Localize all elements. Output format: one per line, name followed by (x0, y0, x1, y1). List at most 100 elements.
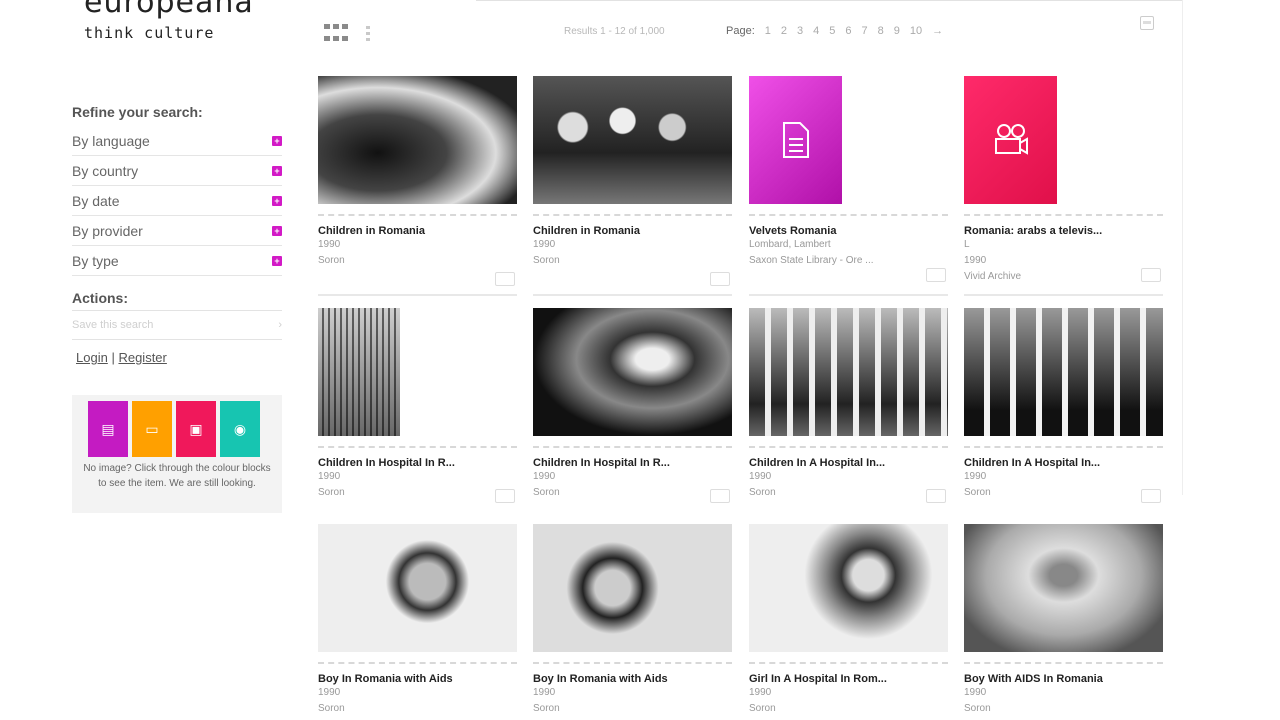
page-link[interactable]: 5 (829, 25, 835, 37)
result-provider: Soron (318, 487, 345, 498)
facet-date[interactable]: By date + (72, 186, 282, 216)
content-divider (1182, 0, 1183, 495)
page-link[interactable]: 4 (813, 25, 819, 37)
result-year: 1990 (749, 687, 772, 698)
results-count: Results 1 - 12 of 1,000 (564, 26, 665, 37)
page-link[interactable]: 7 (862, 25, 868, 37)
result-provider: Saxon State Library - Ore ... (749, 255, 874, 266)
expand-plus-icon[interactable]: + (272, 195, 282, 206)
result-title[interactable]: Boy In Romania with Aids (533, 673, 732, 685)
legend-note: No image? Click through the colour block… (83, 463, 271, 489)
text-placeholder-tile (749, 76, 842, 204)
result-card[interactable]: Children In Hospital In R... 1990 Soron (533, 308, 732, 503)
sound-type-tile[interactable]: ◉ (220, 401, 260, 457)
result-provider: Soron (964, 703, 991, 714)
facet-label: By type (72, 252, 119, 269)
facet-country[interactable]: By country + (72, 156, 282, 186)
expand-plus-icon[interactable]: + (272, 165, 282, 176)
result-thumbnail[interactable] (318, 308, 517, 436)
result-year: 1990 (318, 471, 341, 482)
result-creator: L (964, 239, 970, 250)
result-card[interactable]: Children In A Hospital In... 1990 Soron (749, 308, 948, 503)
page-link[interactable]: 6 (845, 25, 851, 37)
result-card[interactable]: Children in Romania 1990 Soron (318, 76, 517, 296)
result-thumbnail[interactable] (533, 76, 732, 204)
result-title[interactable]: Children In Hospital In R... (318, 457, 517, 469)
result-card[interactable]: Boy In Romania with Aids 1990 Soron (318, 524, 517, 717)
result-card[interactable]: Velvets Romania Lombard, Lambert Saxon S… (749, 76, 948, 296)
result-thumbnail[interactable] (533, 308, 732, 436)
register-link[interactable]: Register (118, 350, 166, 365)
page-link[interactable]: 8 (878, 25, 884, 37)
result-thumbnail[interactable] (964, 308, 1163, 436)
image-type-icon (710, 272, 730, 286)
page-link[interactable]: 1 (765, 25, 771, 37)
header-divider (476, 0, 1182, 1)
result-card[interactable]: Children In A Hospital In... 1990 Soron (964, 308, 1163, 503)
image-type-icon (495, 489, 515, 503)
result-title[interactable]: Boy With AIDS In Romania (964, 673, 1163, 685)
grid-view-icon[interactable] (324, 24, 350, 44)
sidebar: Refine your search: By language + By cou… (72, 104, 282, 513)
page-link[interactable]: 9 (894, 25, 900, 37)
facet-label: By language (72, 132, 150, 149)
document-icon: ▤ (101, 420, 115, 437)
login-link[interactable]: Login (76, 350, 108, 365)
result-card[interactable]: Romania: arabs a televis... L 1990 Vivid… (964, 76, 1163, 296)
auth-separator: | (111, 350, 115, 365)
expand-plus-icon[interactable]: + (272, 135, 282, 146)
result-thumbnail[interactable] (318, 524, 517, 652)
result-thumbnail[interactable] (964, 76, 1163, 204)
result-title[interactable]: Children in Romania (318, 225, 517, 237)
result-thumbnail[interactable] (749, 76, 948, 204)
save-search-placeholder: Save this search (72, 319, 154, 331)
result-thumbnail[interactable] (749, 308, 948, 436)
refine-search-heading: Refine your search: (72, 104, 203, 120)
result-title[interactable]: Children In Hospital In R... (533, 457, 732, 469)
result-title[interactable]: Girl In A Hospital In Rom... (749, 673, 948, 685)
pagination: Page: 1 2 3 4 5 6 7 8 9 10 → (726, 25, 943, 37)
image-type-tile[interactable]: ▭ (132, 401, 172, 457)
facet-label: By date (72, 192, 120, 209)
result-card[interactable]: Children in Romania 1990 Soron (533, 76, 732, 296)
arrow-right-icon[interactable]: › (278, 319, 282, 331)
next-page-arrow[interactable]: → (932, 25, 943, 37)
result-thumbnail[interactable] (318, 76, 517, 204)
image-type-icon (1141, 489, 1161, 503)
video-type-icon (1141, 268, 1161, 282)
facet-provider[interactable]: By provider + (72, 216, 282, 246)
result-card[interactable]: Children In Hospital In R... 1990 Soron (318, 308, 517, 503)
result-title[interactable]: Romania: arabs a televis... (964, 225, 1163, 237)
save-search-field[interactable]: Save this search › (72, 310, 282, 340)
facet-type[interactable]: By type + (72, 246, 282, 276)
text-type-tile[interactable]: ▤ (88, 401, 128, 457)
result-year: 1990 (964, 687, 987, 698)
result-card[interactable]: Girl In A Hospital In Rom... 1990 Soron (749, 524, 948, 717)
europeana-logo[interactable]: europeana think culture (84, 0, 254, 42)
expand-plus-icon[interactable]: + (272, 255, 282, 266)
result-thumbnail[interactable] (749, 524, 948, 652)
result-card[interactable]: Boy In Romania with Aids 1990 Soron (533, 524, 732, 717)
facet-language[interactable]: By language + (72, 126, 282, 156)
page-link[interactable]: 2 (781, 25, 787, 37)
result-thumbnail[interactable] (964, 524, 1163, 652)
result-title[interactable]: Boy In Romania with Aids (318, 673, 517, 685)
page-label: Page: (726, 25, 755, 37)
result-provider: Soron (318, 703, 345, 714)
result-title[interactable]: Velvets Romania (749, 225, 948, 237)
result-provider: Soron (749, 487, 776, 498)
list-view-icon[interactable] (366, 26, 372, 42)
result-card[interactable]: Boy With AIDS In Romania 1990 Soron (964, 524, 1163, 717)
page-link[interactable]: 10 (910, 25, 922, 37)
result-thumbnail[interactable] (533, 524, 732, 652)
video-camera-icon (994, 124, 1028, 155)
expand-plus-icon[interactable]: + (272, 225, 282, 236)
print-icon[interactable] (1140, 16, 1154, 30)
actions-heading: Actions: (72, 290, 128, 306)
video-type-tile[interactable]: ▣ (176, 401, 216, 457)
result-title[interactable]: Children in Romania (533, 225, 732, 237)
page-link[interactable]: 3 (797, 25, 803, 37)
result-title[interactable]: Children In A Hospital In... (749, 457, 948, 469)
logo-wordmark: europeana (84, 0, 254, 20)
result-title[interactable]: Children In A Hospital In... (964, 457, 1163, 469)
